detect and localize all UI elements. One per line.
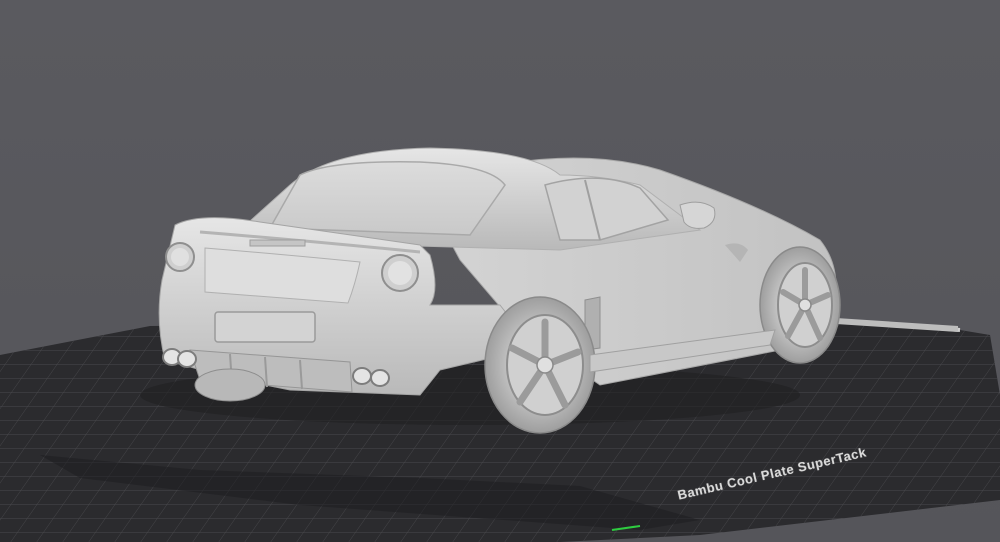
- tail-light-right: [381, 254, 419, 292]
- exhaust-pipes-left: [162, 348, 197, 368]
- wheel-front-right: [759, 246, 841, 364]
- car-model[interactable]: [140, 147, 841, 434]
- tail-light-left: [165, 242, 195, 272]
- 3d-viewport[interactable]: Bambu Cool Plate SuperTack: [0, 0, 1000, 542]
- license-plate-recess: [214, 311, 316, 343]
- wheel-rear-right: [484, 296, 596, 434]
